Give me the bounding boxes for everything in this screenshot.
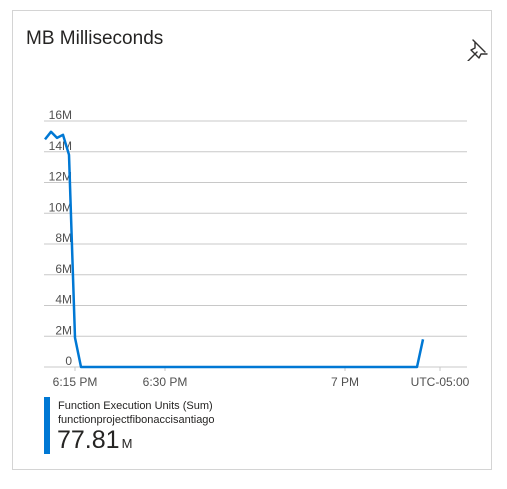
legend-value: 77.81 [57, 426, 120, 454]
y-tick-label: 6M [55, 262, 72, 276]
y-tick-label: 4M [55, 293, 72, 307]
y-tick-label: 0 [65, 354, 72, 368]
series-line[interactable] [44, 130, 425, 369]
x-tick-label: 7 PM [331, 375, 359, 389]
legend-series-name: Function Execution Units (Sum) [58, 400, 213, 412]
chart-grid [44, 120, 467, 368]
legend-color-bar [44, 397, 50, 454]
y-tick-label: 2M [55, 323, 72, 337]
legend-unit: M [121, 436, 133, 451]
series-layer [44, 130, 425, 369]
y-tick-label: 16M [49, 108, 72, 122]
x-tick-label: 6:15 PM [53, 375, 98, 389]
legend-resource-name: functionprojectfibonaccisantiago [58, 414, 215, 426]
chart-legend[interactable]: Function Execution Units (Sum) functionp… [44, 397, 444, 457]
x-tick-label: 6:30 PM [143, 375, 188, 389]
y-tick-label: 8M [55, 231, 72, 245]
y-axis: 16M14M12M10M8M6M4M2M0 [49, 108, 73, 368]
y-tick-label: 10M [49, 200, 72, 214]
legend-value-row: 77.81 M [57, 426, 132, 455]
x-axis: 6:15 PM 6:30 PM 7 PM UTC-05:00 [53, 367, 470, 389]
x-tick-label: UTC-05:00 [411, 375, 470, 389]
